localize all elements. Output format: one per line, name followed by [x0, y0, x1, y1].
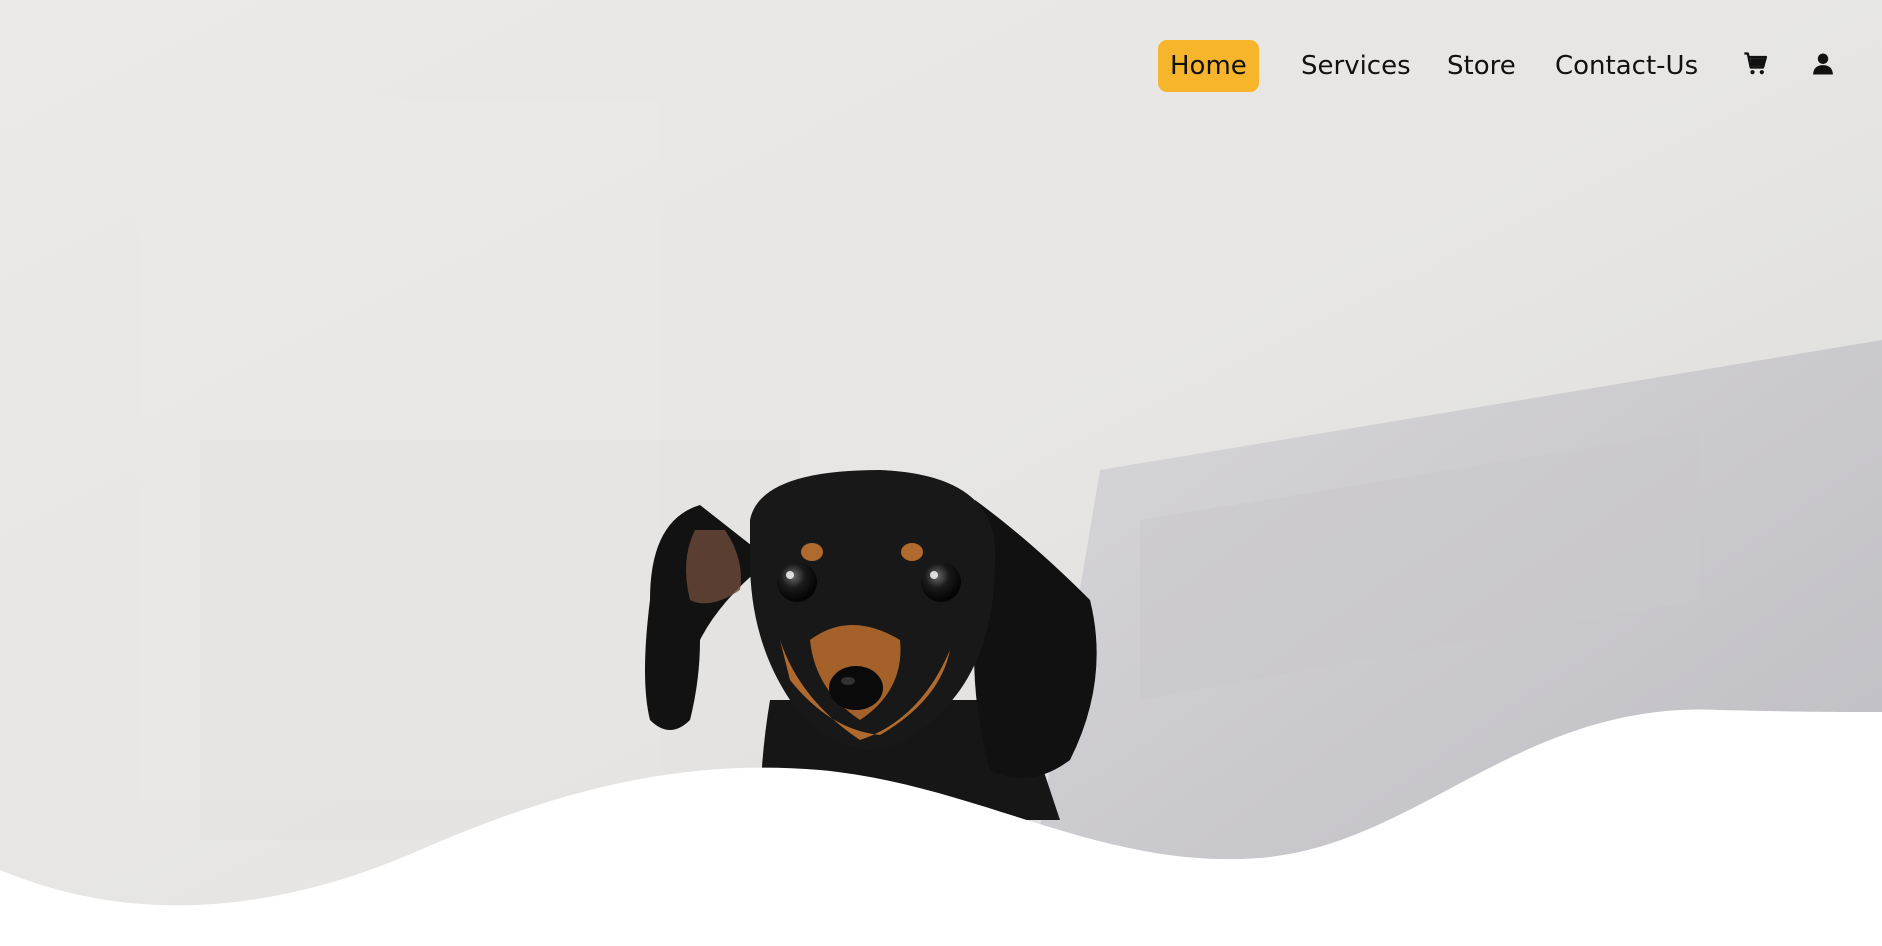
nav-services[interactable]: Services [1301, 40, 1411, 92]
main-navigation: Home Services Store Contact-Us [0, 40, 1882, 92]
hero-image [0, 0, 1882, 946]
nav-store[interactable]: Store [1447, 40, 1516, 92]
cart-icon[interactable] [1742, 50, 1770, 78]
user-icon[interactable] [1809, 50, 1837, 78]
nav-home[interactable]: Home [1158, 40, 1259, 92]
hero-section: Home Services Store Contact-Us [0, 0, 1882, 946]
nav-contact-us[interactable]: Contact-Us [1555, 40, 1698, 92]
